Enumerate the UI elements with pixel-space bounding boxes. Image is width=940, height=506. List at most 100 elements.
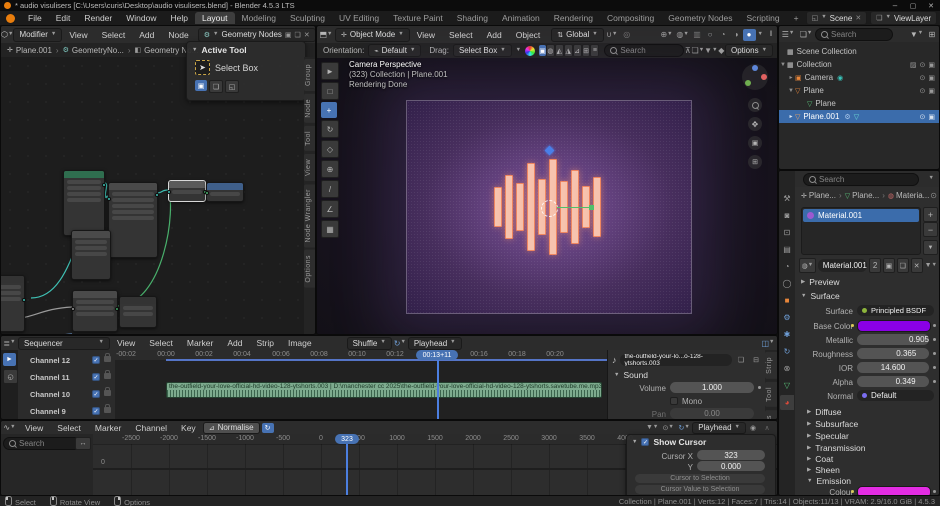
tab-node[interactable]: Node [304, 94, 316, 123]
seq-menu-select[interactable]: Select [142, 338, 180, 348]
shading-solid-icon[interactable]: ◔ [717, 30, 730, 39]
current-frame-badge[interactable]: 00:13+11 [416, 350, 458, 360]
seq-menu-image[interactable]: Image [281, 338, 319, 348]
volume-field[interactable]: 1.000 [670, 382, 754, 393]
node-menu-node[interactable]: Node [161, 30, 195, 40]
viewport-search[interactable]: Search [604, 44, 684, 57]
workspace-tab-sculpting[interactable]: Sculpting [283, 12, 332, 24]
channel-mute-checkbox[interactable]: ✓ [92, 407, 100, 415]
drag-value-dropdown[interactable]: Select Box▼ [453, 44, 512, 57]
graph-menu-marker[interactable]: Marker [88, 423, 128, 433]
pan-hand-icon[interactable]: ✥ [748, 117, 762, 131]
graph-menu-select[interactable]: Select [50, 423, 88, 433]
node-menu-select[interactable]: Select [95, 30, 133, 40]
select-mode-extend-button[interactable]: ❏ [209, 80, 223, 93]
tool-move[interactable]: + [321, 102, 337, 118]
node[interactable] [206, 182, 244, 202]
channel-row[interactable]: Channel 9 ✓ [18, 403, 115, 419]
shading-material-icon[interactable]: ◑ [730, 30, 743, 39]
viewlayer-selector[interactable]: ❏▼ ViewLayer [870, 11, 937, 25]
browse-material-icon[interactable]: ◍▼ [799, 258, 816, 273]
add-slot-button[interactable]: + [923, 207, 938, 222]
graph-playhead[interactable] [346, 444, 348, 496]
shading-rendered-icon[interactable]: ● [743, 29, 756, 41]
normal-field[interactable]: Default [857, 390, 934, 401]
workspace-tab-layout[interactable]: Layout [195, 12, 235, 24]
unpin-icon[interactable]: ✕ [855, 14, 861, 22]
tool-scale[interactable]: ◇ [321, 140, 339, 158]
tab-mods[interactable]: Mods [765, 410, 778, 420]
maximize-button[interactable]: ▢ [904, 0, 922, 11]
proportional-edit-icon[interactable]: ◎ [620, 30, 634, 39]
roughness-slider[interactable]: 0.365 [857, 348, 929, 359]
seq-menu-marker[interactable]: Marker [180, 338, 220, 348]
active-tool-title[interactable]: Active Tool [201, 45, 246, 55]
tab-options[interactable]: Options [304, 250, 316, 288]
shield-icon[interactable]: ◆ [718, 46, 725, 55]
channel-mute-checkbox[interactable]: ✓ [92, 390, 100, 398]
tab-view-layer[interactable]: ▤ [780, 242, 794, 257]
outliner-search[interactable]: Search [815, 28, 893, 41]
breadcrumb-object[interactable]: Plane.001 [16, 46, 52, 55]
show-cursor-title[interactable]: Show Cursor [653, 437, 706, 447]
overlay-mode-dropdown[interactable]: Shuffle▼ [347, 337, 392, 350]
graph-menu-key[interactable]: Key [174, 423, 203, 433]
show-cursor-checkbox[interactable]: ✓ [641, 438, 649, 446]
seq-tool-select[interactable]: ► [3, 353, 16, 366]
seq-timeline[interactable]: -00:0200:0000:0200:0400:0600:0800:1000:1… [115, 350, 607, 420]
menu-edit[interactable]: Edit [49, 13, 78, 23]
outliner-row-camera[interactable]: ▸ ▣ Camera ◉ ⊙ ▣ [779, 71, 939, 84]
node[interactable] [71, 230, 111, 280]
channel-mute-checkbox[interactable]: ✓ [92, 356, 100, 364]
tab-tool[interactable]: Tool [765, 382, 778, 407]
mode-icon-3[interactable]: ◭ [555, 44, 564, 57]
copy-settings-icon[interactable]: ❏▼ [692, 46, 705, 55]
sound-name-field[interactable]: the-outfield-your-lo...o-128-ytshorts.00… [620, 354, 733, 366]
tab-render[interactable]: ◙ [780, 208, 794, 223]
xray-toggle-icon[interactable]: ▥ [691, 30, 704, 39]
material-name-field[interactable]: Material.001 [818, 259, 867, 272]
filter-icon[interactable]: ▼▼ [925, 259, 937, 272]
fcurve-icon[interactable]: ∧ [760, 424, 774, 432]
playhead-dropdown[interactable]: Playhead▼ [692, 422, 746, 434]
display-mode-icon[interactable]: ☰▼ [779, 30, 797, 39]
sequencer-view-dropdown[interactable]: Sequencer▼ [18, 337, 110, 350]
tab-tool[interactable]: Tool [304, 126, 316, 151]
app-menu-icon[interactable] [6, 14, 15, 23]
seq-menu-add[interactable]: Add [220, 338, 249, 348]
tab-world[interactable]: ◯ [780, 276, 794, 291]
filter-icon[interactable]: ▼▼ [644, 424, 660, 431]
graph-search[interactable]: Search [3, 437, 81, 450]
tab-modifiers[interactable]: ⚙ [780, 310, 794, 325]
workspace-tab-texture-paint[interactable]: Texture Paint [386, 12, 450, 24]
cursor-x-field[interactable]: 323 [697, 450, 765, 460]
node[interactable] [168, 180, 206, 202]
node[interactable] [108, 182, 158, 258]
mode-dropdown[interactable]: ✛Object Mode▼ [335, 28, 410, 42]
new-material-icon[interactable]: ❏ [897, 258, 909, 273]
workspace-tab-compositing[interactable]: Compositing [600, 12, 661, 24]
shading-wireframe-icon[interactable]: ○ [704, 30, 717, 39]
workspace-tab-modeling[interactable]: Modeling [235, 12, 284, 24]
new-copy-icon[interactable]: ❏ [295, 31, 301, 39]
outliner-options-icon[interactable]: ⊞ [925, 30, 939, 39]
crumb-mesh[interactable]: Plane... [852, 191, 879, 200]
emission-colour-swatch[interactable] [857, 486, 931, 496]
cursor-y-field[interactable]: 0.000 [697, 461, 765, 471]
seq-menu-view[interactable]: View [110, 338, 142, 348]
tab-object[interactable]: ■ [780, 293, 794, 308]
channel-row[interactable]: Channel 11 ✓ [18, 369, 115, 385]
seq-tool-blade[interactable]: ◵ [3, 369, 18, 384]
overlays-dropdown-icon[interactable]: ◍▼ [675, 30, 691, 39]
scene-selector[interactable]: ◱▼ Scene ✕ [806, 11, 868, 25]
mode-icon-7[interactable]: ≡ [590, 44, 599, 57]
close-button[interactable]: ✕ [922, 0, 940, 11]
axis-handle-y[interactable] [589, 205, 594, 210]
camera-view-icon[interactable]: ▣ [748, 136, 762, 150]
diffuse-panel-header[interactable]: ▶Diffuse [807, 407, 842, 417]
filter-icon[interactable]: ▼▼ [704, 46, 717, 55]
channel-lock-icon[interactable] [104, 407, 111, 413]
transmission-panel-header[interactable]: ▶Transmission [807, 443, 865, 453]
breadcrumb-modifier[interactable]: GeometryNo... [72, 46, 124, 55]
tab-node-wrangler[interactable]: Node Wrangler [304, 184, 316, 247]
